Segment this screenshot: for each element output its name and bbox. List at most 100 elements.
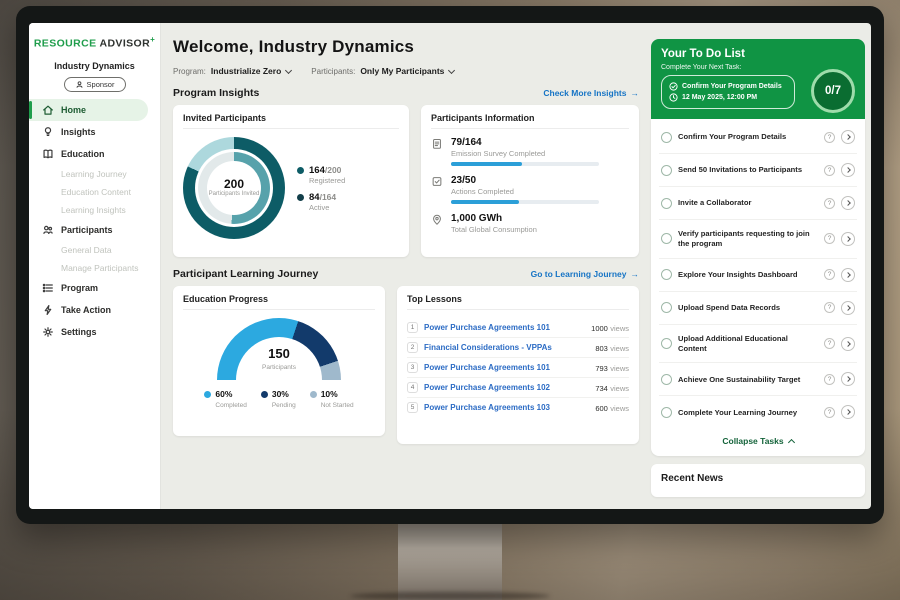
collapse-tasks-button[interactable]: Collapse Tasks [659,428,857,452]
chevron-right-button[interactable] [841,130,855,144]
gauge-legend-item-pending: 30%Pending [261,389,296,409]
program-filter[interactable]: Program: Industrialize Zero [173,66,291,76]
next-task-box[interactable]: Confirm Your Program Details 12 May 2025… [661,75,795,109]
help-icon[interactable]: ? [824,374,835,385]
chevron-right-button[interactable] [841,372,855,386]
sidebar-item-general-data[interactable]: General Data [29,241,160,259]
participants-filter-label: Participants: [311,67,355,76]
lesson-title-link[interactable]: Power Purchase Agreements 102 [424,383,589,392]
clipboard-icon [431,137,443,152]
recent-news-title: Recent News [661,473,723,484]
chevron-right-icon [845,200,851,206]
task-checkbox[interactable] [661,302,672,313]
chevron-right-icon [845,341,851,347]
legend-label: Completed [215,402,246,409]
education-progress-card: Education Progress 150 Participants 60%C… [173,286,385,436]
sidebar-item-insights[interactable]: Insights [29,121,160,143]
help-icon[interactable]: ? [824,269,835,280]
link-label: Go to Learning Journey [531,269,627,279]
task-checkbox[interactable] [661,198,672,209]
lesson-title-link[interactable]: Financial Considerations - VPPAs [424,343,589,352]
task-row[interactable]: Confirm Your Program Details ? [659,121,857,154]
legend-item-active: 84/164 Active [297,192,345,212]
task-checkbox[interactable] [661,233,672,244]
learning-journey-cards: Education Progress 150 Participants 60%C… [173,286,647,444]
task-checkbox[interactable] [661,132,672,143]
task-row[interactable]: Upload Spend Data Records ? [659,292,857,325]
monitor-screen: RESOURCE ADVISOR+ Industry Dynamics Spon… [29,23,871,509]
help-icon[interactable]: ? [824,407,835,418]
chevron-right-button[interactable] [841,337,855,351]
donut-center-label: Participants Invited [209,191,260,198]
stat-body: 79/164 Emission Survey Completed [451,137,599,166]
chevron-right-icon [845,236,851,242]
chevron-right-button[interactable] [841,163,855,177]
sidebar-item-education[interactable]: Education [29,143,160,165]
task-row[interactable]: Achieve One Sustainability Target ? [659,363,857,396]
legend-value: 10% [321,389,354,399]
sponsor-badge[interactable]: Sponsor [64,77,126,92]
lesson-rank: 2 [407,342,418,353]
stat-value: 1,000 GWh [451,213,502,224]
lesson-title-link[interactable]: Power Purchase Agreements 103 [424,403,589,412]
task-row[interactable]: Send 50 Invitations to Participants ? [659,154,857,187]
invited-card-body: 200 Participants Invited 164/200 Registe… [183,137,399,239]
list-icon [42,282,54,294]
sidebar: RESOURCE ADVISOR+ Industry Dynamics Spon… [29,23,161,509]
task-label: Upload Spend Data Records [678,303,818,313]
sidebar-item-program[interactable]: Program [29,277,160,299]
stat-label: Actions Completed [451,187,599,196]
stat-label: Total Global Consumption [451,225,537,234]
lesson-title-link[interactable]: Power Purchase Agreements 101 [424,323,585,332]
lesson-row: 1 Power Purchase Agreements 101 1000 vie… [407,318,629,338]
todo-header: Your To Do List Complete Your Next Task:… [651,39,865,119]
sidebar-item-learning-journey[interactable]: Learning Journey [29,165,160,183]
task-checkbox[interactable] [661,165,672,176]
sidebar-item-education-content[interactable]: Education Content [29,183,160,201]
help-icon[interactable]: ? [824,233,835,244]
help-icon[interactable]: ? [824,165,835,176]
people-icon [42,224,54,236]
task-label: Complete Your Learning Journey [678,408,818,418]
help-icon[interactable]: ? [824,302,835,313]
progress-fill [451,162,522,166]
task-checkbox[interactable] [661,374,672,385]
chevron-right-button[interactable] [841,196,855,210]
recent-news-card: Recent News [651,464,865,497]
task-row[interactable]: Invite a Collaborator ? [659,187,857,220]
sidebar-item-manage-participants[interactable]: Manage Participants [29,259,160,277]
help-icon[interactable]: ? [824,198,835,209]
task-row[interactable]: Complete Your Learning Journey ? [659,396,857,428]
task-checkbox[interactable] [661,338,672,349]
sidebar-item-take-action[interactable]: Take Action [29,299,160,321]
participants-filter[interactable]: Participants: Only My Participants [311,66,454,76]
lesson-row: 2 Financial Considerations - VPPAs 803 v… [407,338,629,358]
task-row[interactable]: Verify participants requesting to join t… [659,220,857,259]
learning-journey-title: Participant Learning Journey [173,268,318,280]
go-to-learning-journey-link[interactable]: Go to Learning Journey → [531,269,639,279]
sidebar-item-label: Program [61,283,98,293]
task-row[interactable]: Explore Your Insights Dashboard ? [659,259,857,292]
sidebar-item-learning-insights[interactable]: Learning Insights [29,201,160,219]
sidebar-item-home[interactable]: Home [29,99,148,121]
lesson-row: 5 Power Purchase Agreements 103 600 view… [407,398,629,417]
chevron-right-button[interactable] [841,405,855,419]
stat-consumption: 1,000 GWh Total Global Consumption [431,213,629,234]
help-icon[interactable]: ? [824,132,835,143]
check-more-insights-link[interactable]: Check More Insights → [543,88,639,98]
legend-suffix: /164 [320,192,337,202]
org-name: Industry Dynamics [29,61,160,71]
task-checkbox[interactable] [661,269,672,280]
lesson-title-link[interactable]: Power Purchase Agreements 101 [424,363,589,372]
sidebar-item-settings[interactable]: Settings [29,321,160,343]
sidebar-item-participants[interactable]: Participants [29,219,160,241]
task-row[interactable]: Upload Additional Educational Content ? [659,325,857,364]
sidebar-nav: Home Insights Education Learning Journey… [29,99,160,343]
lightbulb-icon [42,126,54,138]
help-icon[interactable]: ? [824,338,835,349]
chevron-right-button[interactable] [841,301,855,315]
task-checkbox[interactable] [661,407,672,418]
chevron-right-button[interactable] [841,268,855,282]
chevron-right-button[interactable] [841,232,855,246]
legend-label: Not Started [321,402,354,409]
